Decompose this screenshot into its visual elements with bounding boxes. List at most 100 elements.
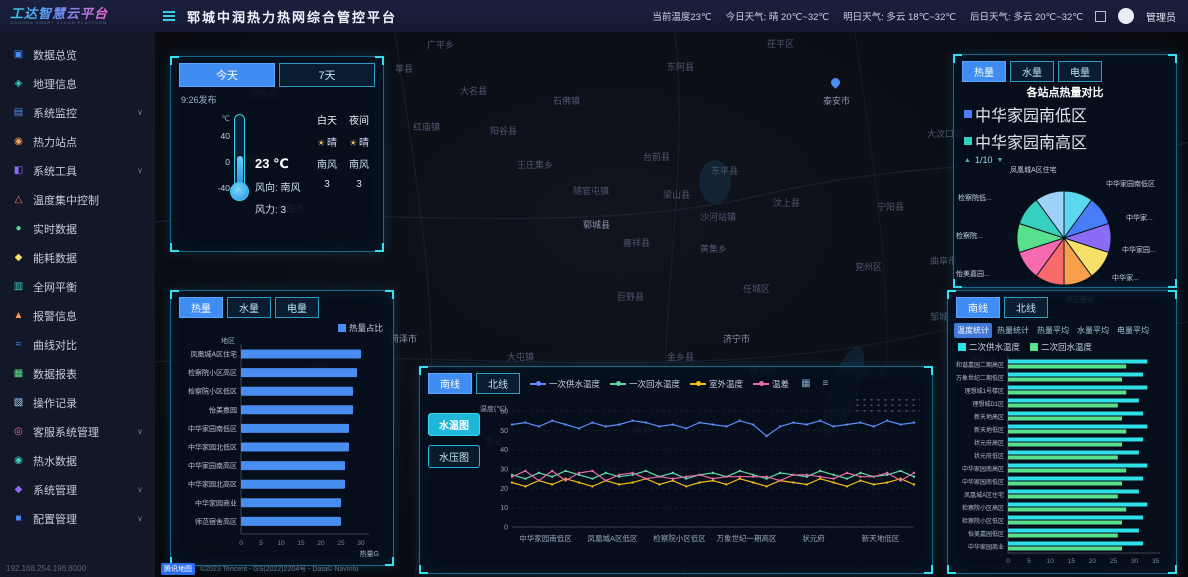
heat-share-legend: 热量占比 [171,321,393,334]
sidebar-item-4[interactable]: ◉热力站点 [0,127,155,156]
chevron-down-icon: ∨ [137,427,143,436]
tab-1[interactable]: 北线 [476,373,520,394]
page-up-icon[interactable]: ▲ [964,157,971,164]
tab-2[interactable]: 电量 [275,297,319,318]
sidebar-item-12[interactable]: ▦数据报表 [0,359,155,388]
wind-day: 南风 [311,156,343,172]
page-down-icon[interactable]: ▼ [996,157,1003,164]
svg-text:中华家园南高区: 中华家园南高区 [962,465,1004,473]
pie-slice-label: 检察院... [956,231,983,241]
tab-1[interactable]: 北线 [1004,297,1048,318]
map-attribution: 腾讯地图 ©2023 Tencent - GS(2022)2204号 - Dat… [161,563,358,575]
sidebar-item-5[interactable]: ◧系统工具∨ [0,156,155,185]
legend-marker-icon [338,324,346,332]
sidebar-item-9[interactable]: ▥ 全网平衡 [0,272,155,301]
sidebar-item-label: 数据总览 [33,47,77,63]
legend-item: 温差 [753,378,789,390]
legend-item: 二次回水温度 [1030,341,1092,353]
sun-icon: ☀ [349,138,357,148]
water-temp-header: 南线北线 一次供水温度一次回水温度室外温度温差 ▦ ≡ [420,367,932,396]
subtab-1[interactable]: 热量统计 [994,323,1032,338]
sidebar-item-1[interactable]: ▣ 数据总览 [0,40,155,69]
svg-text:中华家园商业: 中华家园商业 [195,498,237,507]
fullscreen-icon[interactable] [1095,11,1106,22]
svg-text:30: 30 [1131,558,1139,565]
logo: 工达智慧云平台 GONGDA SMART CLOUD PLATFORM [0,7,155,25]
sidebar-item-10[interactable]: ▲报警信息 [0,301,155,330]
pie-slice-label: 凤凰城A区住宅 [1010,165,1057,175]
svg-text:15: 15 [1068,558,1076,565]
svg-text:检察院小区低区: 检察院小区低区 [188,387,237,396]
header-weather-info: 当前温度23℃今日天气: 晴 20℃~32℃明日天气: 多云 18℃~32℃后日… [652,9,1083,23]
tab-0[interactable]: 热量 [179,297,223,318]
svg-text:10: 10 [500,505,508,512]
vbtn-1[interactable]: 水压图 [428,445,480,468]
wind-power: 风力: 3 [255,201,311,216]
sidebar-item-7[interactable]: ●实时数据 [0,214,155,243]
tab-0[interactable]: 南线 [956,297,1000,318]
sidebar-item-15[interactable]: ◉热水数据 [0,446,155,475]
map-canvas[interactable]: 广平乡馆陶县大名县莘县东阿县茌平区泰安市大汶口镇新泰市石佛镇红庙镇阳谷县内黄县清… [155,32,1188,577]
heat-share-chart: 地区凤凰城A区住宅检察院小区高区检察院小区低区怡美嘉园中华家园南低区中华家园北低… [171,334,381,560]
vbtn-0[interactable]: 水温图 [428,413,480,436]
tab-1[interactable]: 水量 [227,297,271,318]
legend-marker-icon [690,383,706,385]
heat-share-panel: 热量水量电量 热量占比 地区凤凰城A区住宅检察院小区高区检察院小区低区怡美嘉园中… [170,290,394,566]
subtab-2[interactable]: 热量平均 [1034,323,1072,338]
condition-night: ☀晴 [343,134,375,149]
chevron-down-icon: ∨ [137,108,143,117]
svg-text:中华家园南高区: 中华家园南高区 [188,461,237,470]
svg-text:万象世纪二期低区: 万象世纪二期低区 [956,374,1004,382]
subtab-4[interactable]: 电量平均 [1114,323,1152,338]
svg-text:状元府低区: 状元府低区 [974,452,1004,460]
subtab-0[interactable]: 温度统计 [954,323,992,338]
weather-body: ℃ 40 0 -40 白天 夜间 ☀晴 ☀晴 23 ℃ 南风 南风 [171,106,383,216]
sidebar-item-16[interactable]: ◆系统管理∨ [0,475,155,504]
bar-toggle-icon[interactable]: ▦ [801,378,810,389]
sidebar-item-3[interactable]: ▤系统监控∨ [0,98,155,127]
svg-text:中华家园北低区: 中华家园北低区 [188,443,237,452]
svg-text:状元府高区: 状元府高区 [974,439,1004,447]
menu-toggle-icon[interactable] [163,15,175,17]
sidebar-item-2[interactable]: ◈地理信息 [0,69,155,98]
subtab-3[interactable]: 水量平均 [1074,323,1112,338]
legend-marker-icon [964,110,972,118]
pie-slice-label: 检察院低... [958,193,992,203]
legend-item: 二次供水温度 [958,341,1020,353]
curve-icon: ≈ [12,339,25,350]
tab-0[interactable]: 南线 [428,373,472,394]
tab-2[interactable]: 电量 [1058,61,1102,82]
balance-icon: ▥ [12,281,25,292]
water-temp-legend: 一次供水温度一次回水温度室外温度温差 [530,378,789,390]
legend-marker-icon [958,343,966,351]
svg-text:新天地低区: 新天地低区 [974,426,1004,434]
svg-text:0: 0 [239,540,243,547]
sidebar-item-label: 实时数据 [33,221,77,237]
current-temperature: 23 ℃ [255,156,311,172]
sidebar-item-8[interactable]: ◆ 能耗数据 [0,243,155,272]
tab wtab-0[interactable]: 今天 [179,63,275,87]
svg-text:状元府: 状元府 [802,533,825,543]
sidebar-item-11[interactable]: ≈曲线对比 [0,330,155,359]
tab wtab-1[interactable]: 7天 [279,63,375,87]
sidebar-item-label: 全网平衡 [33,279,77,295]
overview-icon: ▣ [12,49,25,60]
user-name[interactable]: 管理员 [1146,9,1176,24]
energy-icon: ◆ [12,252,25,263]
sidebar-item-6[interactable]: △温度集中控制 [0,185,155,214]
sidebar-item-17[interactable]: ■配置管理∨ [0,504,155,533]
menu-icon[interactable]: ≡ [823,378,829,389]
sidebar-item-13[interactable]: ▧操作记录 [0,388,155,417]
record-icon: ▧ [12,397,25,408]
sidebar-item-label: 能耗数据 [33,250,77,266]
svg-text:0: 0 [1006,558,1010,565]
avatar[interactable] [1118,8,1134,24]
sidebar-item-label: 配置管理 [33,511,77,527]
sidebar-item-14[interactable]: ◎客服系统管理∨ [0,417,155,446]
service-icon: ◎ [12,426,25,437]
map-copyright: ©2023 Tencent - GS(2022)2204号 - Data© Na… [200,564,358,574]
tab-0[interactable]: 热量 [962,61,1006,82]
wind-night: 南风 [343,156,375,172]
tab-1[interactable]: 水量 [1010,61,1054,82]
svg-text:中华家园南低区: 中华家园南低区 [962,478,1004,486]
